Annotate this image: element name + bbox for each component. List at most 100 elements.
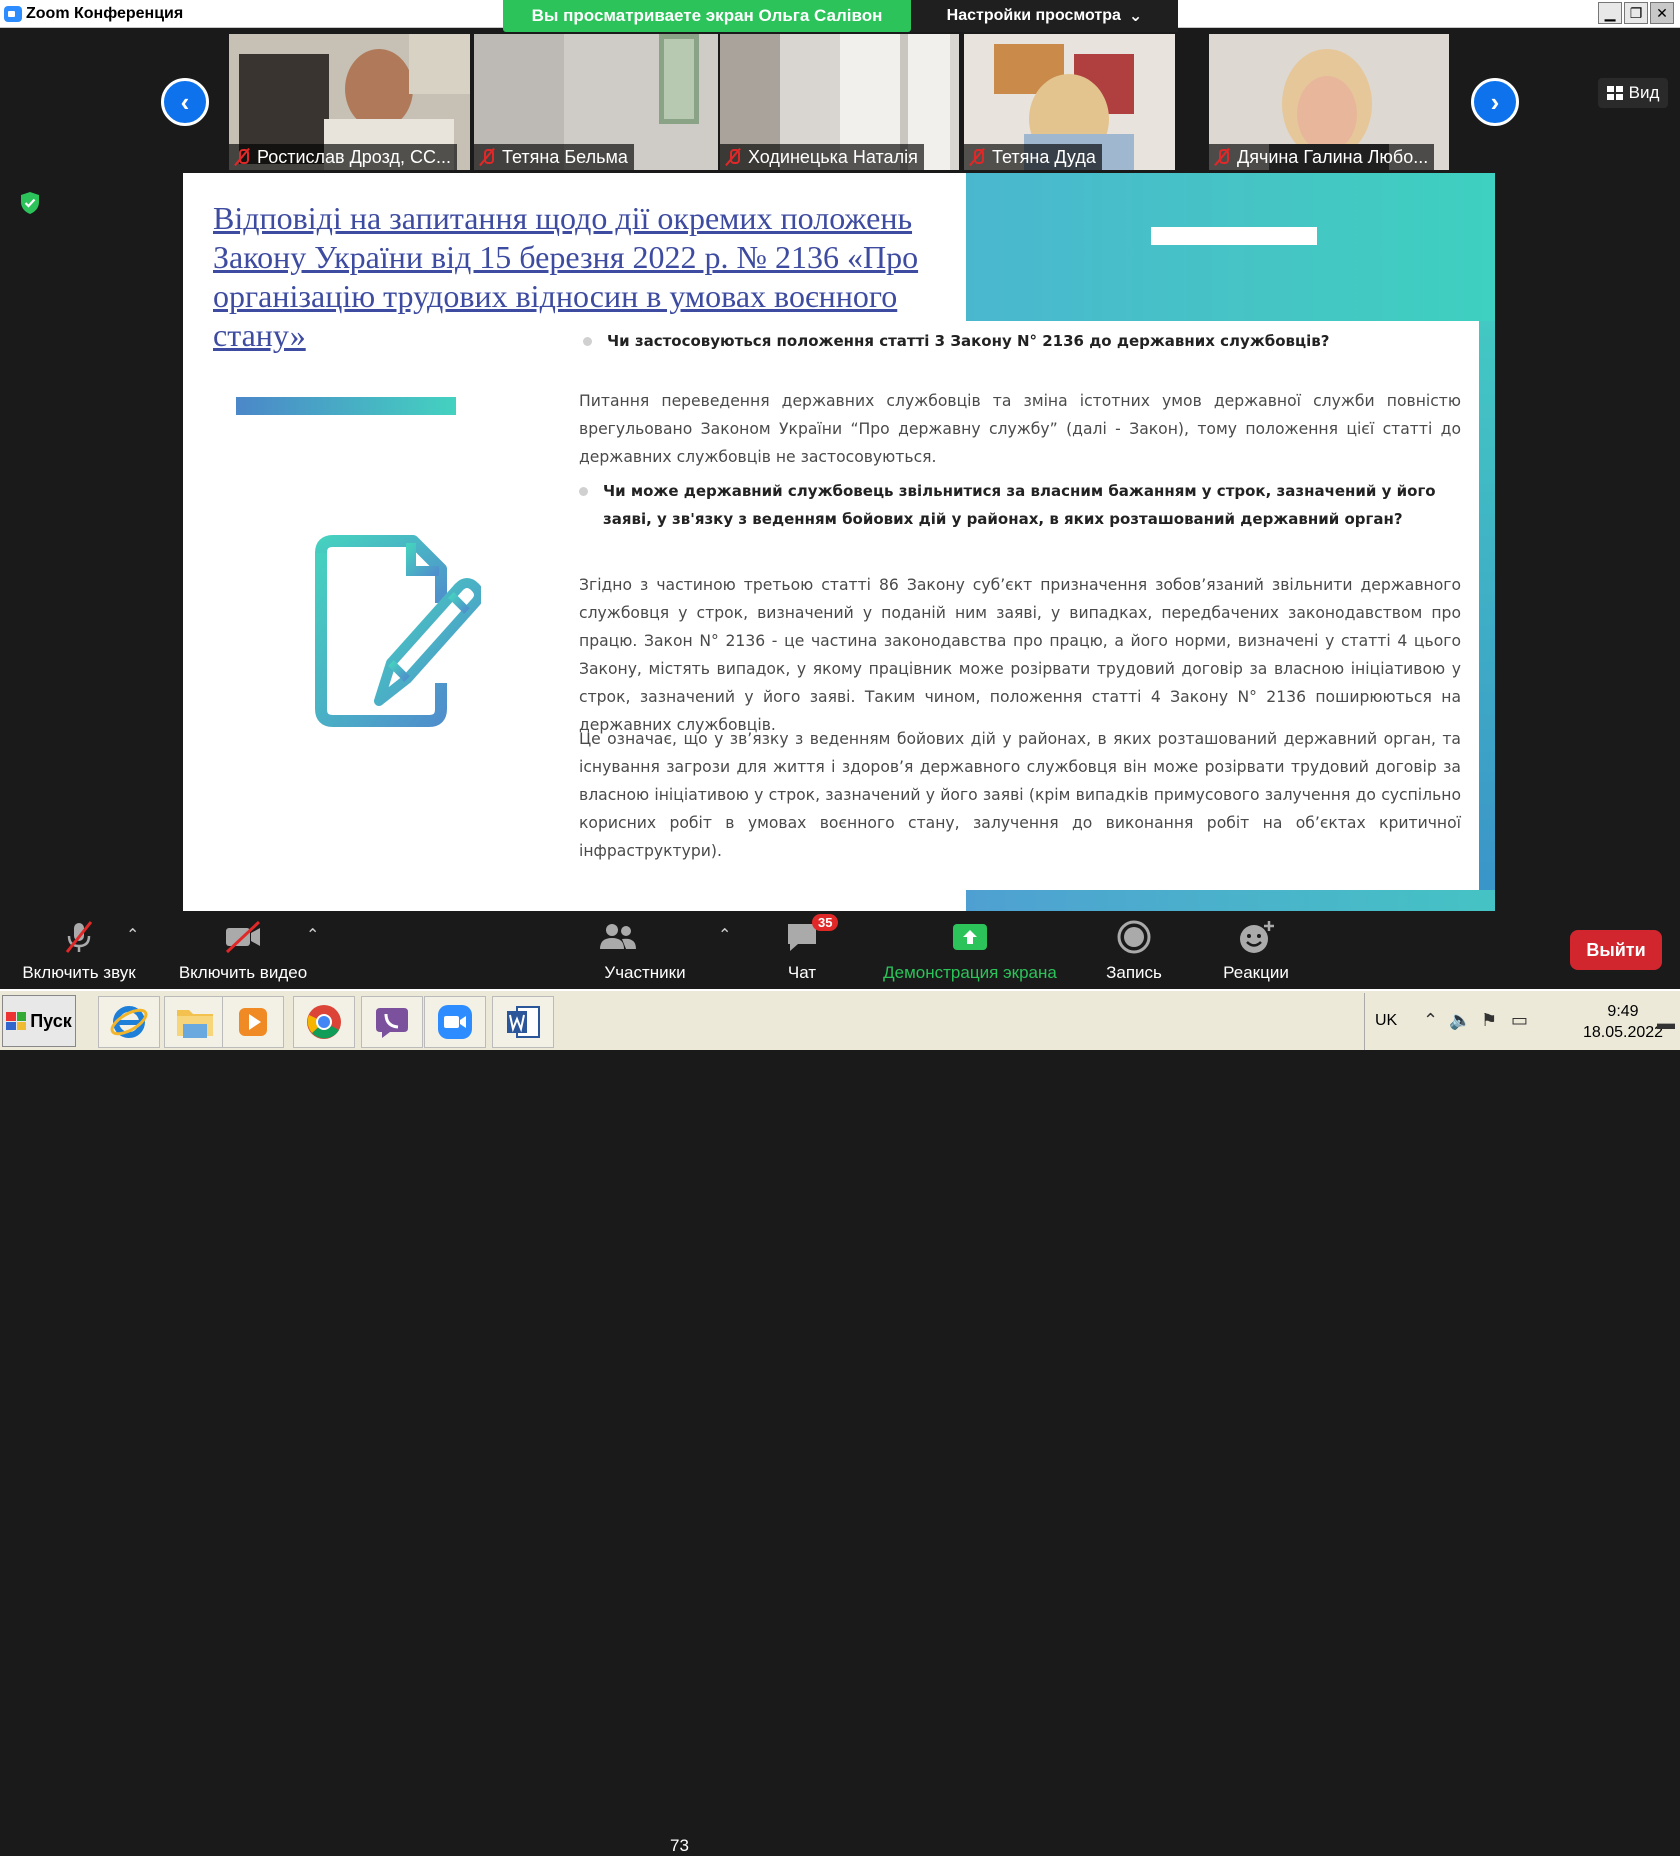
folder-icon [177,1010,213,1038]
view-settings-label: Настройки просмотра [946,7,1121,24]
taskbar-app-chrome[interactable] [293,996,355,1048]
mic-muted-icon [724,148,742,166]
action-center-flag-icon[interactable]: ⚑ [1481,1010,1497,1031]
document-pencil-icon [315,535,481,727]
participant-tile[interactable]: Ростислав Дрозд, СС... [229,34,470,170]
start-button[interactable]: Пуск [2,995,76,1047]
participant-tile[interactable]: Дячина Галина Любо... [1209,34,1449,170]
view-button-label: Вид [1628,83,1660,102]
unmute-label: Включить звук [22,963,136,982]
participant-name: Тетяна Бельма [502,146,628,167]
participant-name-bar: Тетяна Бельма [474,144,634,170]
language-indicator[interactable]: UK [1375,1012,1397,1030]
participant-tile[interactable]: Тетяна Дуда [964,34,1175,170]
windows-logo-icon [6,1012,27,1030]
participants-count: 73 [670,1836,689,1855]
participants-label: Участники [604,963,686,982]
share-screen-button[interactable]: Демонстрация экрана [872,917,1068,983]
record-button[interactable]: Запись [1096,917,1172,983]
question-2: Чи може державний службовець звільнитися… [579,477,1461,533]
grid-icon [1606,86,1623,100]
start-video-button[interactable]: Включить видео [170,917,316,983]
decorative-teal-stripe [1479,321,1495,911]
windows-taskbar: Пуск UK ⌃ 🔈 ⚑ ▭ 9:49 18.05.2022 ▬ [0,989,1680,1050]
participant-name: Ростислав Дрозд, СС... [257,146,451,167]
gallery-prev-button[interactable]: ‹ [161,78,209,126]
taskbar-app-zoom[interactable] [424,996,486,1048]
participant-name-bar: Ростислав Дрозд, СС... [229,144,457,170]
chrome-icon [307,1005,341,1039]
network-icon[interactable]: ▭ [1511,1010,1528,1031]
view-settings-dropdown[interactable]: Настройки просмотра ⌄ [911,0,1178,32]
volume-icon[interactable]: 🔈 [1449,1010,1471,1031]
close-button[interactable]: ✕ [1650,2,1674,24]
bullet-icon [583,337,592,346]
paragraph-1: Питання переведення державних службовців… [579,392,1461,466]
participant-name-bar: Тетяна Дуда [964,144,1102,170]
paragraph-2: Згідно з частиною третьою статті 86 Зако… [579,576,1461,734]
mic-off-icon [65,921,93,953]
shared-screen-slide: Відповіді на запитання щодо дії окремих … [183,173,1495,911]
clock[interactable]: 9:49 18.05.2022 [1583,1001,1663,1043]
mic-muted-icon [968,148,986,166]
zoom-logo-icon [4,6,22,22]
shield-icon[interactable] [18,191,42,215]
mic-muted-icon [1213,148,1231,166]
clock-time: 9:49 [1607,1003,1639,1020]
minimize-button[interactable]: ▁ [1598,2,1622,24]
viber-icon [376,1008,408,1038]
participant-name: Тетяна Дуда [992,146,1096,167]
taskbar-app-internet-explorer[interactable] [98,996,160,1048]
reactions-smile-icon [1240,921,1274,953]
participant-gallery: ‹ Ростислав Дрозд, СС... Тетяна Бельма Х… [0,32,1680,172]
share-screen-label: Демонстрация экрана [883,963,1057,982]
video-off-icon [225,920,261,954]
view-button[interactable]: Вид [1598,78,1668,108]
taskbar-app-explorer[interactable] [164,996,226,1048]
question-1-text: Чи застосовуються положення статті 3 Зак… [607,332,1330,350]
leave-meeting-button[interactable]: Выйти [1570,930,1662,970]
record-icon [1117,920,1151,954]
participant-name-bar: Ходинецька Наталія [720,144,924,170]
clock-date: 18.05.2022 [1583,1024,1664,1041]
start-label: Пуск [30,1010,72,1031]
participant-tile[interactable]: Тетяна Бельма [474,34,718,170]
gallery-next-button[interactable]: › [1471,78,1519,126]
participant-tile[interactable]: Ходинецька Наталія [720,34,959,170]
zoom-app-icon [438,1005,472,1039]
audio-options-caret-icon[interactable]: ⌃ [126,925,139,945]
screen-share-banner: Вы просматриваете экран Ольга Салівон [503,0,911,32]
participants-button[interactable]: Участники [598,917,692,983]
participants-icon [600,924,636,949]
mic-muted-icon [233,148,251,166]
taskbar-app-media-player[interactable] [222,996,284,1048]
participants-caret-icon[interactable]: ⌃ [718,925,731,945]
media-player-icon [239,1008,267,1036]
tray-expand-icon[interactable]: ⌃ [1423,1010,1438,1031]
restore-button[interactable]: ❐ [1624,2,1648,24]
video-options-caret-icon[interactable]: ⌃ [306,925,319,945]
meeting-toolbar: Включить звук ⌃ Включить видео ⌃ Участни… [0,911,1680,1855]
word-icon [507,1006,540,1038]
decorative-teal-bottom [966,890,1495,911]
question-1: Чи застосовуються положення статті 3 Зак… [583,327,1461,355]
window-controls: ▁ ❐ ✕ [1598,2,1674,24]
chevron-down-icon: ⌄ [1128,8,1143,25]
mic-muted-icon [478,148,496,166]
start-video-label: Включить видео [178,963,308,982]
bullet-icon [579,487,588,496]
show-desktop-icon[interactable]: ▬ [1657,1013,1675,1034]
record-label: Запись [1106,963,1162,982]
participant-name-bar: Дячина Галина Любо... [1209,144,1435,170]
reactions-label: Реакции [1223,963,1289,982]
decorative-white-bar [1151,227,1317,245]
chevron-left-icon: ‹ [180,86,190,117]
chevron-right-icon: › [1490,86,1500,117]
reactions-button[interactable]: Реакции [1214,917,1298,983]
unmute-button[interactable]: Включить звук [14,917,144,983]
taskbar-app-viber[interactable] [361,996,423,1048]
taskbar-app-word[interactable] [492,996,554,1048]
system-tray: UK ⌃ 🔈 ⚑ ▭ 9:49 18.05.2022 ▬ [1364,993,1680,1050]
decorative-teal-block [966,173,1495,321]
paragraph-3: Це означає, що у зв’язку з веденням бойо… [579,730,1461,860]
